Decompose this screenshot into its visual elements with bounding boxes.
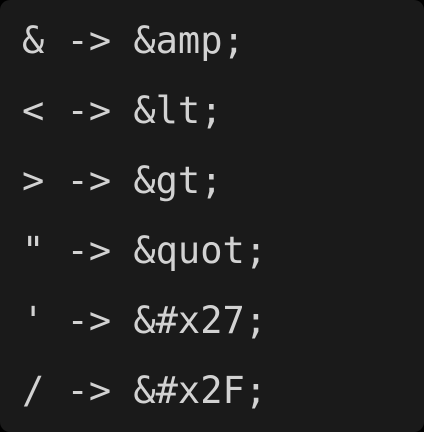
code-line-slash: / -> &#x2F; [22, 369, 268, 412]
code-line-greater-than: > -> &gt; [22, 159, 223, 202]
code-line-less-than: < -> &lt; [22, 89, 223, 132]
code-line-single-quote: ' -> &#x27; [22, 299, 268, 342]
code-snippet-panel: & -> &amp; < -> &lt; > -> &gt; " -> &quo… [0, 0, 424, 432]
code-line-ampersand: & -> &amp; [22, 19, 245, 62]
code-line-double-quote: " -> &quot; [22, 229, 268, 272]
